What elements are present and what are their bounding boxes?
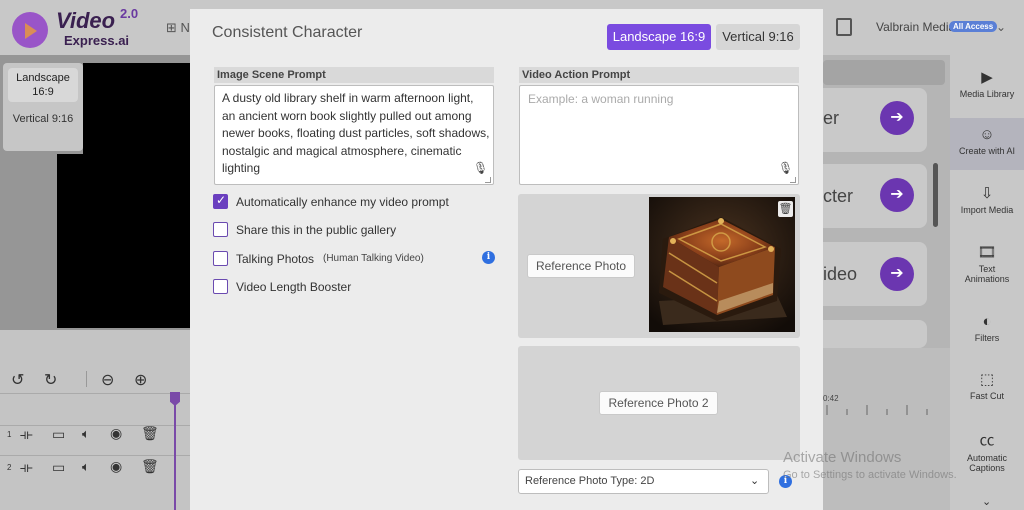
split-icon[interactable]: ⟛ bbox=[20, 426, 33, 443]
sidebar-item-filters[interactable]: ◐ Filters bbox=[950, 313, 1024, 343]
sidebar-item-label: Automatic Captions bbox=[966, 453, 1008, 473]
sidebar-item-automatic-captions[interactable]: ㏄ Automatic Captions bbox=[950, 429, 1024, 473]
ai-tool-card-text: ideo bbox=[823, 264, 858, 284]
sidebar-item-fast-cut[interactable]: ⬚ Fast Cut bbox=[950, 370, 1024, 401]
track-number: 1 bbox=[7, 430, 12, 439]
cc-icon: ㏄ bbox=[979, 432, 995, 449]
undo-icon[interactable]: ↺ bbox=[11, 370, 24, 390]
zoom-in-icon[interactable]: ⊕ bbox=[134, 370, 147, 390]
zoom-out-icon[interactable]: ⊖ bbox=[101, 370, 114, 390]
timeline-divider bbox=[0, 393, 190, 394]
aspect-landscape-button[interactable]: Landscape 16:9 bbox=[607, 24, 711, 50]
panel-scrollbar[interactable] bbox=[933, 163, 938, 227]
resize-handle[interactable] bbox=[790, 177, 796, 183]
user-name[interactable]: Valbrain Media bbox=[876, 20, 955, 34]
sidebar-item-label: Text Animations bbox=[964, 264, 1010, 284]
robot-icon: ☺ bbox=[979, 126, 995, 143]
video-preview-lower bbox=[57, 154, 190, 328]
layer-icon[interactable]: ▭ bbox=[52, 426, 65, 443]
share-gallery-label[interactable]: Share this in the public gallery bbox=[236, 223, 396, 237]
action-prompt-placeholder[interactable]: Example: a woman running bbox=[528, 92, 673, 106]
logo-version: 2.0 bbox=[120, 6, 139, 21]
split-icon[interactable]: ⟛ bbox=[20, 459, 33, 476]
fast-cut-icon: ⬚ bbox=[979, 371, 995, 388]
sidebar-item-media-library[interactable]: ▶ Media Library bbox=[950, 68, 1024, 99]
panel-search-bar[interactable] bbox=[823, 60, 945, 85]
enhance-prompt-label[interactable]: Automatically enhance my video prompt bbox=[236, 195, 449, 209]
filter-icon: ◐ bbox=[982, 313, 992, 330]
track-divider bbox=[0, 455, 190, 456]
sidebar-item-label: Media Library bbox=[959, 89, 1015, 99]
logo-gear-icon bbox=[12, 12, 48, 48]
chevron-down-icon[interactable]: ⌄ bbox=[750, 474, 759, 487]
arrow-right-icon[interactable]: ➔ bbox=[880, 101, 914, 135]
windows-watermark-title: Activate Windows bbox=[783, 449, 902, 466]
modal-title: Consistent Character bbox=[212, 24, 363, 41]
eye-icon[interactable]: ◉ bbox=[110, 458, 122, 475]
chevron-down-icon[interactable]: ⌄ bbox=[982, 495, 991, 508]
scene-prompt-label: Image Scene Prompt bbox=[214, 67, 494, 83]
volume-icon[interactable]: 🔈︎ bbox=[82, 459, 90, 475]
ai-tool-card-text: er bbox=[823, 108, 840, 128]
action-prompt-label: Video Action Prompt bbox=[519, 67, 799, 83]
new-project-label: N bbox=[180, 20, 190, 35]
resize-handle[interactable] bbox=[485, 177, 491, 183]
sidebar-item-text-animations[interactable]: 🎞︎ Text Animations bbox=[950, 243, 1024, 284]
book-image bbox=[649, 197, 795, 332]
document-icon[interactable] bbox=[836, 18, 852, 36]
reference-photo-2-button[interactable]: Reference Photo 2 bbox=[599, 391, 718, 415]
media-library-icon: ▶ bbox=[981, 69, 993, 86]
timeline-panel bbox=[0, 330, 190, 510]
length-booster-checkbox[interactable] bbox=[213, 279, 228, 294]
chevron-down-icon[interactable]: ⌄ bbox=[996, 20, 1006, 34]
trash-icon[interactable]: 🗑︎ bbox=[141, 458, 159, 475]
talking-photos-checkbox[interactable] bbox=[213, 251, 228, 266]
volume-icon[interactable]: 🔈︎ bbox=[82, 426, 90, 442]
toolbar-divider bbox=[86, 371, 87, 387]
share-gallery-checkbox[interactable] bbox=[213, 222, 228, 237]
film-icon: 🎞︎ bbox=[977, 244, 997, 261]
length-booster-label[interactable]: Video Length Booster bbox=[236, 280, 351, 294]
microphone-icon[interactable]: 🎙︎ bbox=[778, 161, 793, 175]
video-preview bbox=[83, 63, 190, 154]
sidebar-item-label: Create with AI bbox=[958, 146, 1016, 156]
sidebar-item-label: Fast Cut bbox=[969, 391, 1004, 401]
new-project-button[interactable]: ⊞ N bbox=[166, 20, 190, 36]
scene-prompt-text[interactable]: A dusty old library shelf in warm aftern… bbox=[222, 90, 490, 178]
sidebar-item-label: Import Media bbox=[960, 205, 1014, 215]
enhance-prompt-checkbox[interactable] bbox=[213, 193, 228, 209]
sidebar-item-create-with-ai[interactable]: ☺ Create with AI bbox=[950, 118, 1024, 170]
delete-photo-icon[interactable]: 🗑︎ bbox=[778, 201, 793, 217]
ai-tool-card-text: cter bbox=[823, 186, 854, 206]
orientation-vertical-button[interactable]: Vertical 9:16 bbox=[8, 112, 78, 146]
reference-photo-button[interactable]: Reference Photo bbox=[527, 254, 635, 278]
sidebar-item-import-media[interactable]: ⇩ Import Media bbox=[950, 184, 1024, 215]
app-logo[interactable]: Video Express.ai 2.0 bbox=[8, 6, 148, 50]
eye-icon[interactable]: ◉ bbox=[110, 425, 122, 442]
aspect-vertical-button[interactable]: Vertical 9:16 bbox=[716, 24, 800, 50]
orientation-landscape-button[interactable]: Landscape 16:9 bbox=[8, 68, 78, 102]
ai-tool-card[interactable] bbox=[823, 320, 927, 348]
windows-watermark-subtitle: Go to Settings to activate Windows. bbox=[783, 469, 957, 481]
access-badge: All Access bbox=[949, 21, 998, 32]
logo-word-express: Express.ai bbox=[64, 33, 130, 48]
track-number: 2 bbox=[7, 463, 12, 472]
reference-type-select[interactable]: Reference Photo Type: 2D bbox=[518, 469, 769, 494]
import-icon: ⇩ bbox=[980, 185, 994, 202]
playhead[interactable] bbox=[174, 395, 176, 510]
sidebar-item-label: Filters bbox=[974, 333, 1000, 343]
talking-photos-label[interactable]: Talking Photos bbox=[236, 252, 314, 266]
trash-icon[interactable]: 🗑︎ bbox=[141, 425, 159, 442]
redo-icon[interactable]: ↻ bbox=[44, 370, 57, 390]
arrow-right-icon[interactable]: ➔ bbox=[880, 257, 914, 291]
layer-icon[interactable]: ▭ bbox=[52, 459, 65, 476]
arrow-right-icon[interactable]: ➔ bbox=[880, 178, 914, 212]
timeline-right-area bbox=[823, 348, 950, 510]
info-icon[interactable]: i bbox=[482, 251, 495, 264]
reference-photo-thumbnail bbox=[649, 197, 795, 332]
timeline-ruler bbox=[826, 405, 928, 415]
logo-word-video: Video bbox=[56, 8, 116, 33]
microphone-icon[interactable]: 🎙︎ bbox=[473, 161, 488, 175]
talking-photos-sublabel: (Human Talking Video) bbox=[323, 253, 424, 264]
